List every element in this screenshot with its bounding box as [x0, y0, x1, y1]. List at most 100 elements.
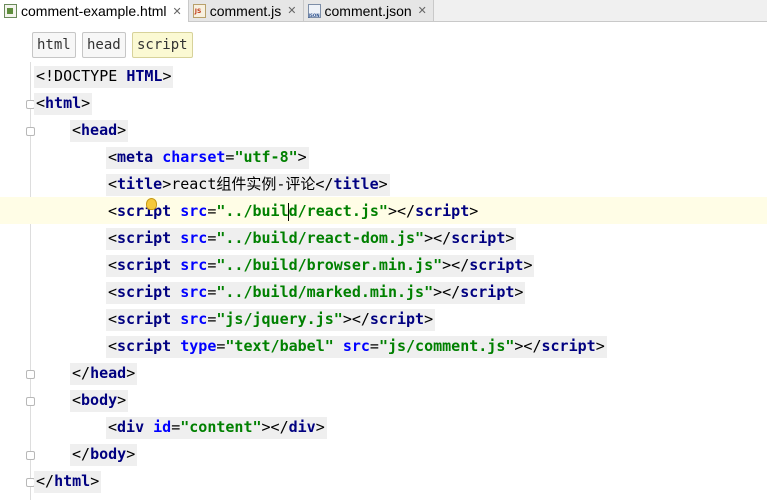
- bracket: <: [108, 418, 118, 436]
- fold-toggle-icon[interactable]: [26, 397, 35, 406]
- bracket: >: [117, 391, 127, 409]
- bracket: <: [108, 283, 118, 301]
- breadcrumb-script[interactable]: script: [132, 32, 193, 58]
- fold-toggle-icon[interactable]: [26, 451, 35, 460]
- attribute-name: src: [180, 256, 208, 274]
- code-line: <script src="../build/marked.min.js"></s…: [0, 278, 767, 305]
- attribute-value: "../build/react-dom.js": [216, 229, 425, 247]
- breadcrumb-head[interactable]: head: [82, 32, 126, 58]
- code-text: <head>: [70, 120, 129, 142]
- bracket: </: [36, 472, 55, 490]
- attribute-value: "js/jquery.js": [216, 310, 343, 328]
- tag-name: script: [369, 310, 425, 328]
- tab-label: comment-example.html: [21, 3, 167, 19]
- tag-name: script: [117, 310, 172, 328]
- bracket: ></: [442, 256, 470, 274]
- bracket: <: [72, 121, 82, 139]
- intention-bulb-icon[interactable]: [146, 198, 157, 210]
- close-icon[interactable]: ✕: [287, 4, 296, 17]
- json-file-icon: [307, 3, 321, 18]
- code-editor[interactable]: <!DOCTYPE HTML> <html> <head> <meta char…: [0, 62, 767, 500]
- code-text: </html>: [34, 471, 102, 493]
- tab-label: comment.json: [324, 2, 412, 19]
- bracket: >: [162, 175, 172, 193]
- attribute-name: src: [180, 283, 208, 301]
- bracket: <: [108, 337, 118, 355]
- bracket: ></: [342, 310, 370, 328]
- text-content: react组件实例-评论: [171, 175, 316, 193]
- code-text: <script src="../build/react.js"></script…: [106, 201, 480, 223]
- breadcrumb: html head script: [0, 22, 767, 62]
- attribute-value: "../build/browser.min.js": [216, 256, 443, 274]
- code-line: <script src="js/jquery.js"></script>: [0, 305, 767, 332]
- code-text: <!DOCTYPE HTML>: [34, 66, 174, 88]
- bracket: >: [90, 472, 100, 490]
- tag-name: script: [117, 202, 172, 220]
- tag-name: script: [460, 283, 515, 301]
- tag-name: head: [81, 121, 118, 139]
- bracket: >: [315, 418, 325, 436]
- attribute-value: "utf-8": [234, 148, 298, 166]
- tag-name: div: [288, 418, 316, 436]
- bracket: >: [505, 229, 515, 247]
- attribute-name: id: [153, 418, 172, 436]
- tab-comment-json[interactable]: comment.json ✕: [303, 0, 434, 21]
- bracket: >: [162, 67, 172, 85]
- tag-name: script: [117, 256, 172, 274]
- attribute-name: type: [180, 337, 217, 355]
- doctype-token: <!DOCTYPE: [36, 67, 127, 85]
- current-code-line: <script src="../build/react.js"></script…: [0, 197, 767, 224]
- editor-tab-bar: comment-example.html ✕ comment.js ✕ comm…: [0, 0, 767, 22]
- attribute-value: "js/comment.js": [378, 337, 515, 355]
- fold-toggle-icon[interactable]: [26, 370, 35, 379]
- tag-name: script: [469, 256, 524, 274]
- doctype-name: HTML: [126, 67, 163, 85]
- code-line: </head>: [0, 359, 767, 386]
- attribute-value: d/react.js": [288, 202, 388, 220]
- bracket: <: [36, 94, 46, 112]
- tag-name: meta: [117, 148, 154, 166]
- bracket: <: [72, 391, 82, 409]
- code-line: <!DOCTYPE HTML>: [0, 62, 767, 89]
- breadcrumb-html[interactable]: html: [32, 32, 76, 58]
- equals: =: [171, 418, 181, 436]
- code-line: <body>: [0, 386, 767, 413]
- tag-name: script: [451, 229, 506, 247]
- equals: =: [369, 337, 379, 355]
- bracket: >: [297, 148, 307, 166]
- tab-comment-js[interactable]: comment.js ✕: [188, 0, 304, 21]
- bracket: ></: [261, 418, 289, 436]
- code-text: <script src="../build/react-dom.js"></sc…: [106, 228, 517, 250]
- code-text: <body>: [70, 390, 129, 412]
- code-text: <title>react组件实例-评论</title>: [106, 174, 390, 196]
- code-text: <script src="../build/browser.min.js"></…: [106, 255, 535, 277]
- code-text: </body>: [70, 444, 138, 466]
- bracket: >: [595, 337, 605, 355]
- close-icon[interactable]: ✕: [173, 5, 182, 18]
- attribute-value: "../build/marked.min.js": [216, 283, 434, 301]
- bracket: >: [126, 364, 136, 382]
- tag-name: title: [333, 175, 379, 193]
- tag-name: head: [90, 364, 127, 382]
- tab-comment-example-html[interactable]: comment-example.html ✕: [0, 0, 189, 22]
- tag-name: script: [117, 337, 172, 355]
- code-line: <head>: [0, 116, 767, 143]
- attribute-name: src: [342, 337, 370, 355]
- code-text: <script src="js/jquery.js"></script>: [106, 309, 436, 331]
- bracket: >: [126, 445, 136, 463]
- bracket: >: [514, 283, 524, 301]
- close-icon[interactable]: ✕: [418, 4, 427, 17]
- code-text: <html>: [34, 93, 93, 115]
- bracket: >: [81, 94, 91, 112]
- bracket: </: [72, 445, 91, 463]
- tag-name: script: [117, 283, 172, 301]
- tag-name: script: [117, 229, 172, 247]
- fold-toggle-icon[interactable]: [26, 127, 35, 136]
- attribute-name: src: [180, 202, 208, 220]
